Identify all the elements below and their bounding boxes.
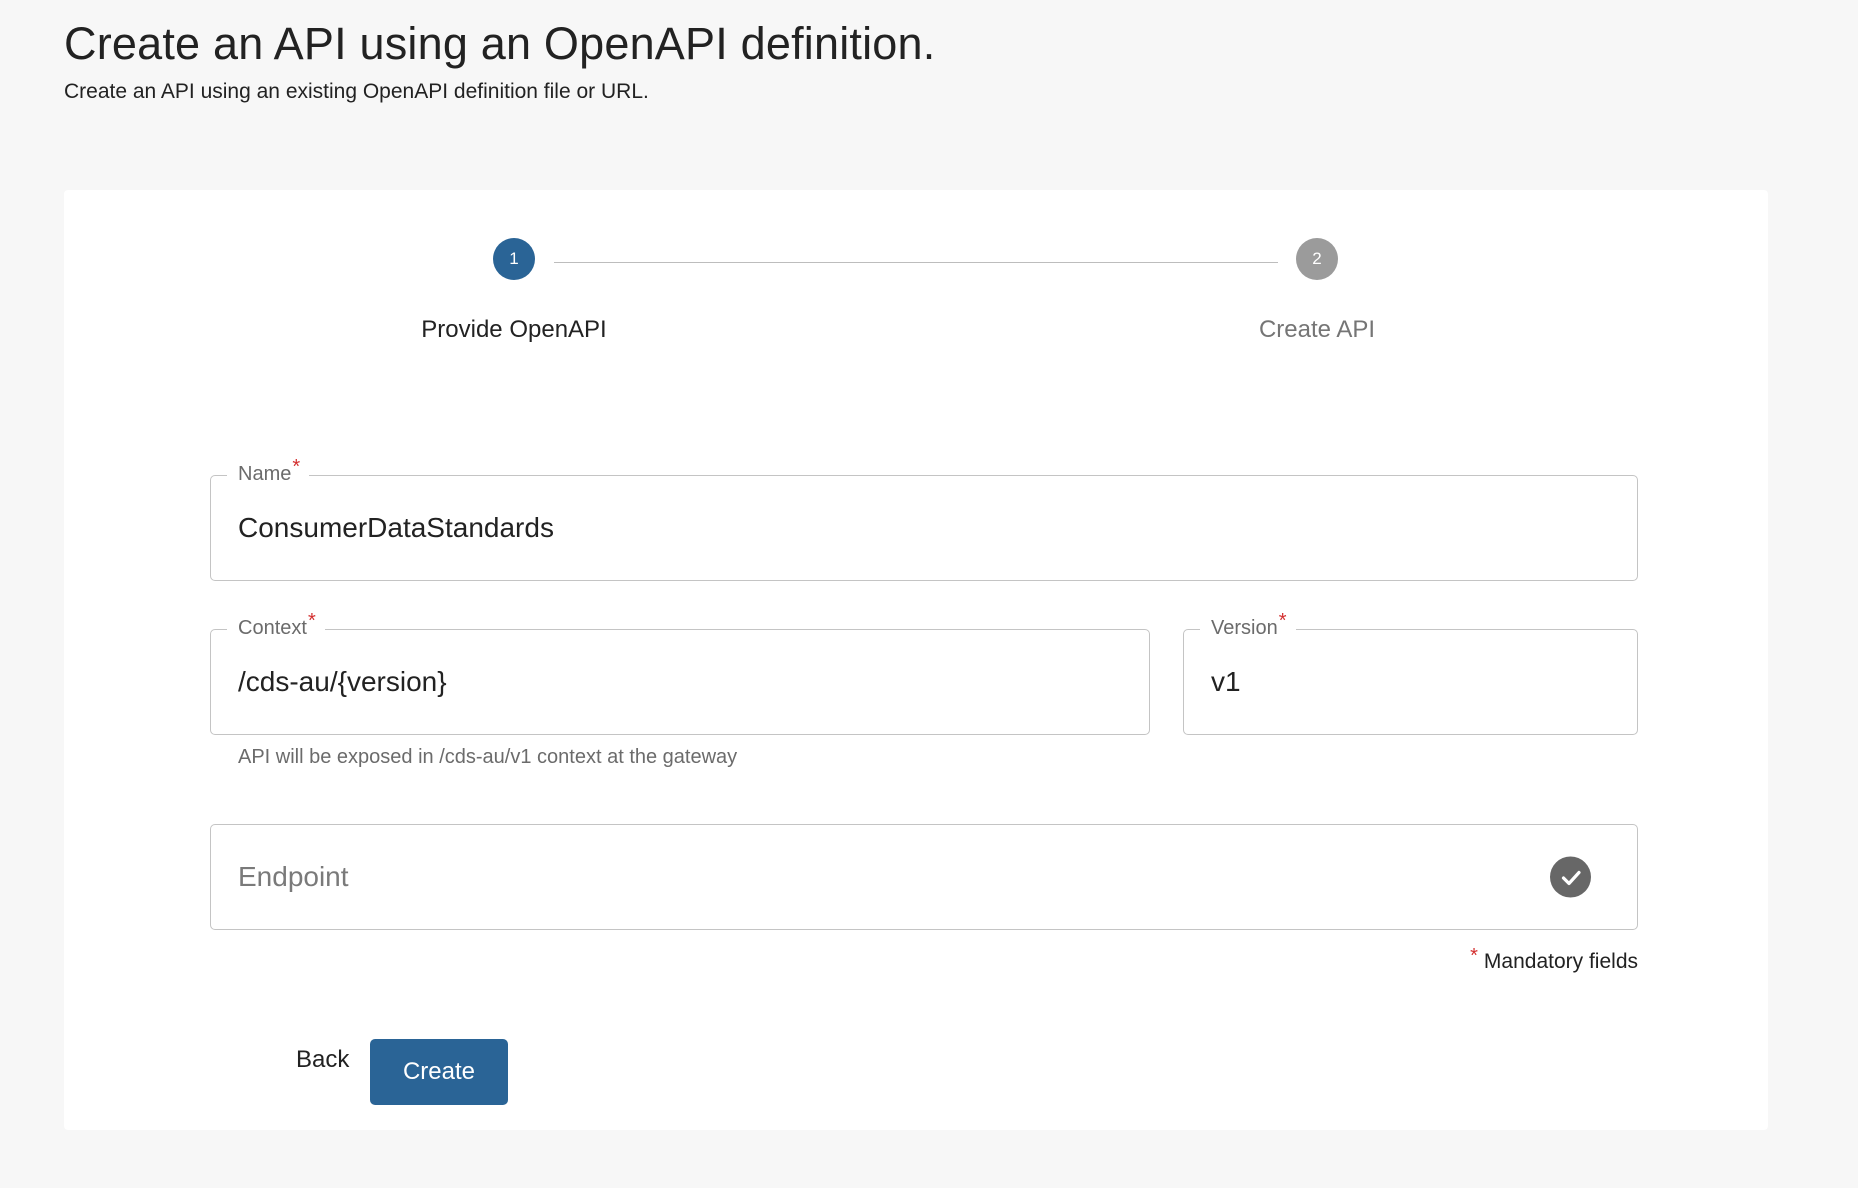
page-subtitle: Create an API using an existing OpenAPI … xyxy=(64,80,649,103)
step-2-indicator: 2 xyxy=(1296,238,1338,280)
version-field-label: Version* xyxy=(1200,610,1296,642)
page: Create an API using an OpenAPI definitio… xyxy=(0,0,1858,1188)
step-2-label: Create API xyxy=(1258,316,1376,343)
name-field-label: Name* xyxy=(227,456,310,488)
context-helper-text: API will be exposed in /cds-au/v1 contex… xyxy=(238,746,738,768)
back-button[interactable]: Back xyxy=(286,1040,359,1080)
context-field[interactable]: Context* /cds-au/{version} xyxy=(210,610,1150,735)
version-field[interactable]: Version* v1 xyxy=(1183,610,1638,735)
required-asterisk: * xyxy=(307,610,316,632)
endpoint-field[interactable]: Endpoint xyxy=(210,824,1638,930)
name-input[interactable]: ConsumerDataStandards xyxy=(238,512,554,544)
mandatory-fields-note: * Mandatory fields xyxy=(1470,945,1638,973)
required-asterisk: * xyxy=(1278,610,1287,632)
step-connector xyxy=(554,262,1278,263)
check-circle-icon xyxy=(1550,856,1591,898)
step-1-label: Provide OpenAPI xyxy=(421,316,607,343)
required-asterisk: * xyxy=(292,456,301,478)
form-card: 1 2 Provide OpenAPI Create API Name* Con… xyxy=(64,190,1768,1130)
check-mark-icon xyxy=(1561,870,1581,885)
name-field[interactable]: Name* ConsumerDataStandards xyxy=(210,456,1638,581)
step-1-indicator: 1 xyxy=(493,238,535,280)
context-input[interactable]: /cds-au/{version} xyxy=(238,666,447,698)
endpoint-input[interactable]: Endpoint xyxy=(238,861,349,893)
create-button[interactable]: Create xyxy=(370,1039,508,1105)
version-input[interactable]: v1 xyxy=(1211,666,1241,698)
required-asterisk: * xyxy=(1470,945,1478,967)
page-title: Create an API using an OpenAPI definitio… xyxy=(64,18,936,69)
context-field-label: Context* xyxy=(227,610,325,642)
